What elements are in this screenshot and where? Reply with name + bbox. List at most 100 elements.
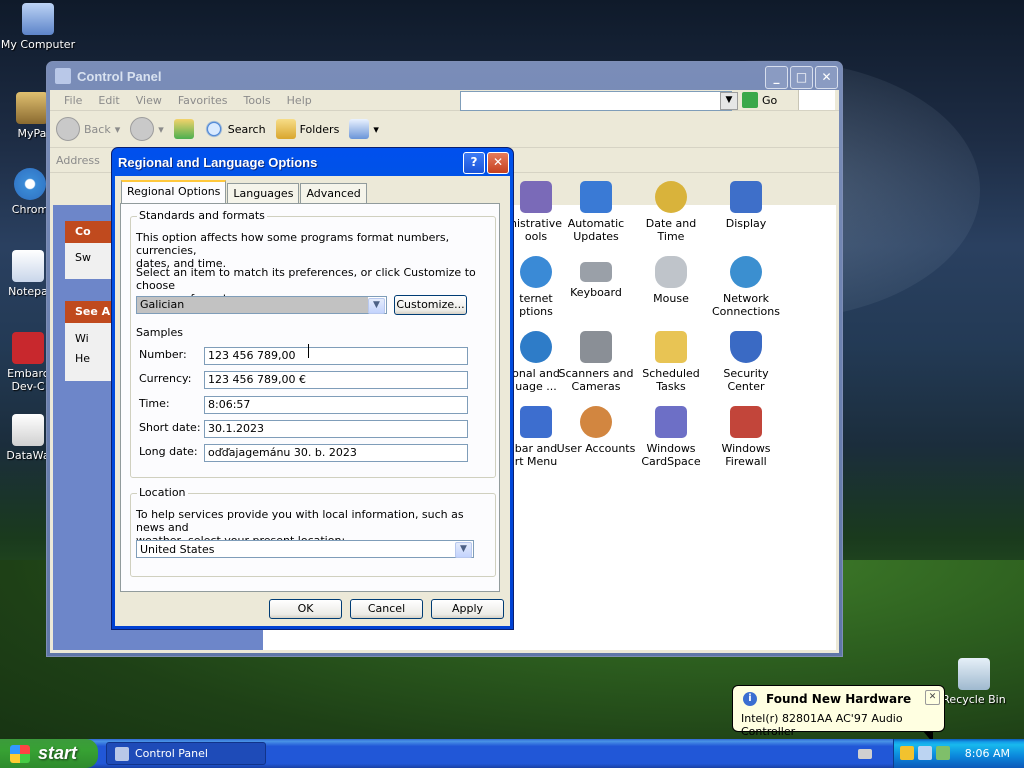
back-label: Back <box>84 122 111 136</box>
customize-button[interactable]: Customize... <box>394 295 467 315</box>
search-button[interactable]: Search <box>203 119 266 139</box>
go-button[interactable]: Go <box>742 92 777 108</box>
close-button[interactable]: ✕ <box>815 66 838 89</box>
taskbar-button-control-panel[interactable]: Control Panel <box>106 742 266 765</box>
cp-item-date-time[interactable]: Date and Time <box>631 181 711 243</box>
security-shield-icon[interactable] <box>900 746 914 760</box>
cp-item-automatic-updates[interactable]: Automatic Updates <box>556 181 636 243</box>
menu-help[interactable]: Help <box>279 94 320 107</box>
forward-button[interactable]: ▾ <box>130 117 164 141</box>
dialog-close-button[interactable]: ✕ <box>487 152 509 174</box>
window-title: Control Panel <box>77 68 162 84</box>
network-icon <box>730 256 762 288</box>
cp-item-windows-firewall[interactable]: Windows Firewall <box>706 406 786 468</box>
start-button[interactable]: start <box>0 739 98 768</box>
menu-file[interactable]: File <box>56 94 90 107</box>
chevron-down-icon[interactable]: ▼ <box>455 542 472 558</box>
go-label: Go <box>762 93 778 107</box>
tab-regional-options[interactable]: Regional Options <box>121 180 227 203</box>
chevron-down-icon[interactable]: ▼ <box>368 298 385 314</box>
control-panel-icon <box>115 746 129 761</box>
standards-description: This option affects how some programs fo… <box>136 231 450 270</box>
cp-item-windows-cardspace[interactable]: Windows CardSpace <box>631 406 711 468</box>
notepad-icon <box>12 250 44 282</box>
location-select[interactable]: United States ▼ <box>136 540 474 558</box>
balloon-message: Intel(r) 82801AA AC'97 Audio Controller <box>741 712 903 738</box>
location-label: Location <box>137 486 188 499</box>
task-pane-header-label: Co <box>75 225 91 238</box>
keyboard-tray-icon[interactable] <box>858 749 872 759</box>
up-folder-button[interactable] <box>173 119 194 139</box>
cp-item-mouse[interactable]: Mouse <box>631 256 711 305</box>
network-tray-icon[interactable] <box>918 746 932 760</box>
search-label: Search <box>227 122 266 136</box>
sample-long-date-value: oďďajagemánu 30. b. 2023 <box>204 444 468 462</box>
desktop-icon-label: My Computer <box>0 38 76 51</box>
cp-item-label: User Accounts <box>556 442 636 455</box>
cp-item-security-center[interactable]: Security Center <box>706 331 786 393</box>
address-field[interactable] <box>460 91 732 111</box>
tab-advanced[interactable]: Advanced <box>300 183 367 203</box>
hardware-tray-icon[interactable] <box>936 746 950 760</box>
desktop-icon-my-computer[interactable]: My Computer <box>0 3 76 51</box>
chrome-icon <box>14 168 46 200</box>
control-panel-titlebar[interactable]: Control Panel <box>47 62 842 90</box>
cp-item-user-accounts[interactable]: User Accounts <box>556 406 636 455</box>
balloon-title: Found New Hardware <box>766 692 912 706</box>
cp-item-label: ternet ptions <box>519 292 553 318</box>
back-button[interactable]: Back ▾ <box>56 117 120 141</box>
taskbar: start Control Panel 8:06 AM <box>0 739 1024 768</box>
up-folder-icon <box>173 119 194 139</box>
standards-formats-label: Standards and formats <box>137 209 267 222</box>
regional-language-dialog[interactable]: Regional and Language Options ? ✕ Region… <box>111 147 514 630</box>
windows-flag-icon <box>10 744 30 763</box>
folders-button[interactable]: Folders <box>275 119 339 139</box>
maximize-button[interactable]: □ <box>790 66 813 89</box>
switch-view-link[interactable]: Sw <box>75 251 91 264</box>
cp-item-scheduled-tasks[interactable]: Scheduled Tasks <box>631 331 711 393</box>
address-dropdown[interactable]: ▼ <box>720 92 738 110</box>
dialog-controls: ? ✕ <box>463 152 509 174</box>
firewall-icon <box>730 406 762 438</box>
menu-favorites[interactable]: Favorites <box>170 94 236 107</box>
mouse-icon <box>655 256 687 288</box>
clock[interactable]: 8:06 AM <box>965 747 1010 760</box>
cp-item-label: Mouse <box>653 292 689 305</box>
computer-icon <box>22 3 54 35</box>
menu-tools[interactable]: Tools <box>236 94 279 107</box>
cp-item-display[interactable]: Display <box>706 181 786 230</box>
dialog-title: Regional and Language Options <box>118 154 318 170</box>
menu-view[interactable]: View <box>128 94 170 107</box>
format-select-value: Galician <box>137 297 368 313</box>
automatic-updates-icon <box>580 181 612 213</box>
cp-item-scanners-cameras[interactable]: Scanners and Cameras <box>556 331 636 393</box>
views-button[interactable]: ▾ <box>349 119 379 139</box>
cp-item-keyboard[interactable]: Keyboard <box>556 256 636 299</box>
apply-button[interactable]: Apply <box>431 599 504 619</box>
format-select[interactable]: Galician ▼ <box>136 296 387 314</box>
cp-item-label: Keyboard <box>570 286 622 299</box>
dialog-body: Regional Options Languages Advanced Stan… <box>115 176 510 626</box>
menu-edit[interactable]: Edit <box>90 94 127 107</box>
help-button[interactable]: ? <box>463 152 485 174</box>
internet-options-icon <box>520 256 552 288</box>
cp-item-network-connections[interactable]: Network Connections <box>706 256 786 318</box>
taskbar-icon <box>520 406 552 438</box>
dialog-titlebar[interactable]: Regional and Language Options <box>112 148 513 176</box>
found-new-hardware-balloon[interactable]: i Found New Hardware Intel(r) 82801AA AC… <box>732 685 945 743</box>
cancel-button[interactable]: Cancel <box>350 599 423 619</box>
recycle-bin-icon <box>958 658 990 690</box>
standards-formats-group: Standards and formats This option affect… <box>130 209 496 478</box>
balloon-close-button[interactable]: ✕ <box>925 690 940 705</box>
ok-button[interactable]: OK <box>269 599 342 619</box>
sample-time-label: Time: <box>139 397 170 410</box>
minimize-button[interactable]: _ <box>765 66 788 89</box>
cp-item-label: Scheduled Tasks <box>642 367 700 393</box>
desktop-icon-recycle-bin[interactable]: Recycle Bin <box>936 658 1012 706</box>
tab-languages[interactable]: Languages <box>227 183 300 203</box>
regional-icon <box>520 331 552 363</box>
sample-currency-value: 123 456 789,00 € <box>204 371 468 389</box>
chevron-down-icon: ▾ <box>158 122 164 136</box>
tab-strip: Regional Options Languages Advanced <box>121 180 368 203</box>
sample-short-date-label: Short date: <box>139 421 201 434</box>
